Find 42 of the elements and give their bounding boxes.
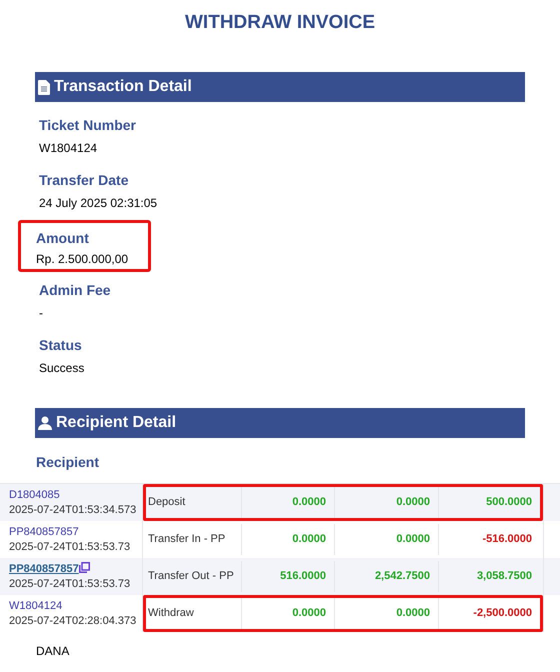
amount: 0.0000 <box>292 495 326 510</box>
copy-icon[interactable] <box>78 562 90 572</box>
ticket-id: D1804085 <box>9 488 60 502</box>
amount: 0.0000 <box>396 532 430 548</box>
field-label: Ticket Number <box>39 116 136 134</box>
field-label: Admin Fee <box>39 281 111 299</box>
amount: 0.0000 <box>292 532 326 548</box>
user-icon <box>38 416 52 430</box>
amount: 0.0000 <box>396 495 430 510</box>
field-value: W1804124 <box>39 140 98 156</box>
amount: 0.0000 <box>292 606 326 622</box>
amount: -516.0000 <box>482 532 532 548</box>
amount: 516.0000 <box>280 569 326 584</box>
ticket-id: W1804124 <box>9 598 62 614</box>
section-title: Recipient Detail <box>56 413 176 433</box>
field-value: DANA <box>35 643 70 660</box>
amount: 500.0000 <box>486 495 532 510</box>
section-title: Transaction Detail <box>54 77 192 97</box>
field-value: Success <box>39 360 84 376</box>
field-label: Amount <box>36 229 90 247</box>
field-label: Transfer Date <box>39 171 130 189</box>
timestamp: 2025-07-24T01:53:53.73 <box>9 540 130 554</box>
amount: 0.0000 <box>396 606 430 622</box>
amount: -2,500.0000 <box>473 606 532 622</box>
transaction-type: Deposit <box>148 495 186 510</box>
field-label: Recipient <box>35 453 100 471</box>
transaction-type: Transfer Out - PP <box>148 569 234 584</box>
amount: 3,058.7500 <box>476 569 532 584</box>
field-label: Status <box>39 336 83 354</box>
field-value: Rp. 2.500.000,00 <box>36 251 130 267</box>
timestamp: 2025-07-24T02:28:04.373 <box>9 614 136 628</box>
page-title: WITHDRAW INVOICE <box>184 11 376 35</box>
amount: 2,542.7500 <box>374 569 430 584</box>
field-value: - <box>39 305 44 321</box>
timestamp: 2025-07-24T01:53:34.573 <box>9 502 136 518</box>
transaction-type: Transfer In - PP <box>148 532 226 548</box>
field-value: 24 July 2025 02:31:05 <box>39 195 158 211</box>
ticket-id: PP840857857 <box>9 524 79 540</box>
ticket-link[interactable]: PP840857857 <box>9 562 79 576</box>
timestamp: 2025-07-24T01:53:53.73 <box>9 576 130 592</box>
transaction-type: Withdraw <box>148 606 194 622</box>
document-icon <box>38 80 50 94</box>
